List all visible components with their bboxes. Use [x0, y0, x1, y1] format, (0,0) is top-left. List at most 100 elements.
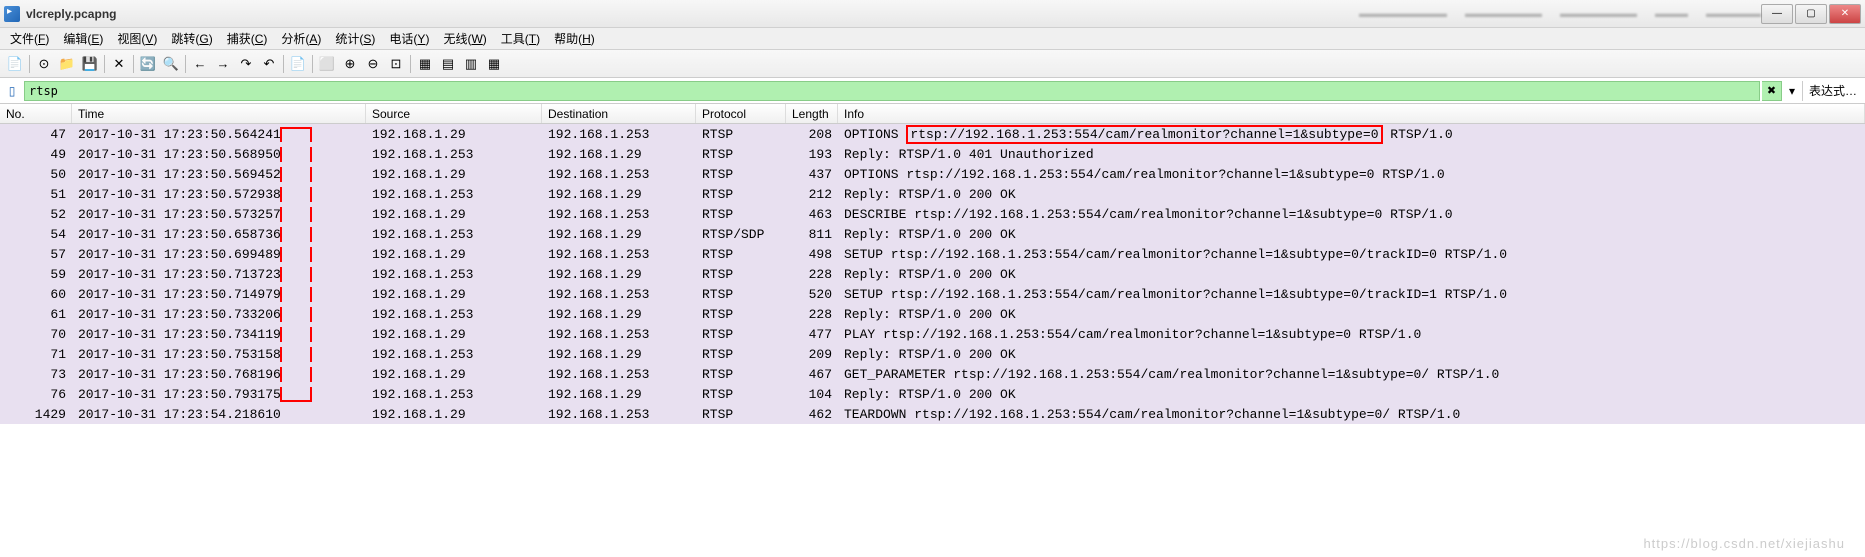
menu-h[interactable]: 帮助(H) — [548, 28, 601, 49]
toolbar-button-13[interactable]: ⊕ — [339, 53, 361, 75]
column-length[interactable]: Length — [786, 104, 838, 123]
cell-info: Reply: RTSP/1.0 200 OK — [838, 347, 1865, 362]
cell-time: 2017-10-31 17:23:50.564241 — [72, 127, 366, 142]
time-highlight-box — [280, 247, 312, 262]
toolbar-button-6[interactable]: 🔍 — [160, 53, 182, 75]
table-row[interactable]: 512017-10-31 17:23:50.572938192.168.1.25… — [0, 184, 1865, 204]
toolbar-button-14[interactable]: ⊖ — [362, 53, 384, 75]
toolbar-separator — [185, 55, 186, 73]
table-row[interactable]: 572017-10-31 17:23:50.699489192.168.1.29… — [0, 244, 1865, 264]
toolbar-button-5[interactable]: 🔄 — [137, 53, 159, 75]
cell-source: 192.168.1.29 — [366, 207, 542, 222]
toolbar-button-4[interactable]: ✕ — [108, 53, 130, 75]
cell-protocol: RTSP — [696, 367, 786, 382]
cell-no: 61 — [0, 307, 72, 322]
minimize-button[interactable]: — — [1761, 4, 1793, 24]
filter-dropdown-icon[interactable]: ▾ — [1784, 81, 1800, 101]
table-row[interactable]: 602017-10-31 17:23:50.714979192.168.1.29… — [0, 284, 1865, 304]
expression-button[interactable]: 表达式… — [1802, 81, 1863, 101]
cell-source: 192.168.1.29 — [366, 167, 542, 182]
column-info[interactable]: Info — [838, 104, 1865, 123]
cell-destination: 192.168.1.253 — [542, 327, 696, 342]
display-filter-input[interactable] — [24, 81, 1760, 101]
column-time[interactable]: Time — [72, 104, 366, 123]
background-tabs: ▬▬▬▬▬▬▬▬▬▬▬▬▬▬▬▬▬▬▬▬▬▬▬▬▬▬▬▬▬▬ — [1359, 8, 1761, 20]
toolbar-separator — [29, 55, 30, 73]
cell-time: 2017-10-31 17:23:50.699489 — [72, 247, 366, 262]
toolbar-button-10[interactable]: ↶ — [258, 53, 280, 75]
packet-list[interactable]: 472017-10-31 17:23:50.564241192.168.1.29… — [0, 124, 1865, 424]
cell-time: 2017-10-31 17:23:50.573257 — [72, 207, 366, 222]
table-row[interactable]: 592017-10-31 17:23:50.713723192.168.1.25… — [0, 264, 1865, 284]
toolbar-button-15[interactable]: ⊡ — [385, 53, 407, 75]
toolbar-button-9[interactable]: ↷ — [235, 53, 257, 75]
cell-destination: 192.168.1.253 — [542, 247, 696, 262]
cell-length: 462 — [786, 407, 838, 422]
table-row[interactable]: 542017-10-31 17:23:50.658736192.168.1.25… — [0, 224, 1865, 244]
titlebar: vlcreply.pcapng ▬▬▬▬▬▬▬▬▬▬▬▬▬▬▬▬▬▬▬▬▬▬▬▬… — [0, 0, 1865, 28]
maximize-button[interactable]: ▢ — [1795, 4, 1827, 24]
table-row[interactable]: 492017-10-31 17:23:50.568950192.168.1.25… — [0, 144, 1865, 164]
cell-time: 2017-10-31 17:23:50.793175 — [72, 387, 366, 402]
menu-a[interactable]: 分析(A) — [275, 28, 327, 49]
menu-e[interactable]: 编辑(E) — [57, 28, 109, 49]
watermark: https://blog.csdn.net/xiejiashu — [1643, 536, 1845, 551]
menu-c[interactable]: 捕获(C) — [221, 28, 274, 49]
cell-info: OPTIONS rtsp://192.168.1.253:554/cam/rea… — [838, 167, 1865, 182]
table-row[interactable]: 732017-10-31 17:23:50.768196192.168.1.29… — [0, 364, 1865, 384]
column-destination[interactable]: Destination — [542, 104, 696, 123]
table-row[interactable]: 522017-10-31 17:23:50.573257192.168.1.29… — [0, 204, 1865, 224]
cell-source: 192.168.1.253 — [366, 307, 542, 322]
time-highlight-box — [280, 327, 312, 342]
cell-protocol: RTSP — [696, 127, 786, 142]
toolbar-button-1[interactable]: ⊙ — [33, 53, 55, 75]
time-highlight-box — [280, 147, 312, 162]
menu-s[interactable]: 统计(S) — [329, 28, 381, 49]
menu-g[interactable]: 跳转(G) — [165, 28, 218, 49]
toolbar-button-2[interactable]: 📁 — [56, 53, 78, 75]
toolbar-button-19[interactable]: ▦ — [483, 53, 505, 75]
table-row[interactable]: 762017-10-31 17:23:50.793175192.168.1.25… — [0, 384, 1865, 404]
table-row[interactable]: 14292017-10-31 17:23:54.218610192.168.1.… — [0, 404, 1865, 424]
toolbar-button-0[interactable]: 📄 — [4, 53, 26, 75]
cell-info: GET_PARAMETER rtsp://192.168.1.253:554/c… — [838, 367, 1865, 382]
toolbar-button-8[interactable]: → — [212, 53, 234, 75]
cell-info: Reply: RTSP/1.0 200 OK — [838, 187, 1865, 202]
menu-y[interactable]: 电话(Y) — [383, 28, 435, 49]
table-row[interactable]: 502017-10-31 17:23:50.569452192.168.1.29… — [0, 164, 1865, 184]
toolbar-button-18[interactable]: ▥ — [460, 53, 482, 75]
table-row[interactable]: 712017-10-31 17:23:50.753158192.168.1.25… — [0, 344, 1865, 364]
cell-length: 209 — [786, 347, 838, 362]
time-highlight-box — [280, 127, 312, 142]
filter-clear-button[interactable]: ✖ — [1762, 81, 1782, 101]
menu-t[interactable]: 工具(T) — [495, 28, 546, 49]
cell-destination: 192.168.1.29 — [542, 387, 696, 402]
toolbar-button-17[interactable]: ▤ — [437, 53, 459, 75]
toolbar-button-7[interactable]: ← — [189, 53, 211, 75]
cell-destination: 192.168.1.29 — [542, 227, 696, 242]
column-source[interactable]: Source — [366, 104, 542, 123]
toolbar-separator — [104, 55, 105, 73]
cell-length: 212 — [786, 187, 838, 202]
cell-time: 2017-10-31 17:23:50.658736 — [72, 227, 366, 242]
close-button[interactable]: ✕ — [1829, 4, 1861, 24]
column-protocol[interactable]: Protocol — [696, 104, 786, 123]
table-row[interactable]: 612017-10-31 17:23:50.733206192.168.1.25… — [0, 304, 1865, 324]
toolbar-button-16[interactable]: ▦ — [414, 53, 436, 75]
menu-f[interactable]: 文件(F) — [4, 28, 55, 49]
table-row[interactable]: 472017-10-31 17:23:50.564241192.168.1.29… — [0, 124, 1865, 144]
cell-no: 50 — [0, 167, 72, 182]
toolbar-button-11[interactable]: 📄 — [287, 53, 309, 75]
toolbar-button-3[interactable]: 💾 — [79, 53, 101, 75]
toolbar-button-12[interactable]: ⬜ — [316, 53, 338, 75]
filter-bookmark-icon[interactable]: ▯ — [2, 81, 22, 101]
menu-v[interactable]: 视图(V) — [111, 28, 163, 49]
cell-source: 192.168.1.253 — [366, 147, 542, 162]
menu-w[interactable]: 无线(W) — [437, 28, 492, 49]
cell-destination: 192.168.1.253 — [542, 287, 696, 302]
table-row[interactable]: 702017-10-31 17:23:50.734119192.168.1.29… — [0, 324, 1865, 344]
column-no[interactable]: No. — [0, 104, 72, 123]
cell-length: 467 — [786, 367, 838, 382]
packet-list-header: No. Time Source Destination Protocol Len… — [0, 104, 1865, 124]
cell-time: 2017-10-31 17:23:54.218610 — [72, 407, 366, 422]
